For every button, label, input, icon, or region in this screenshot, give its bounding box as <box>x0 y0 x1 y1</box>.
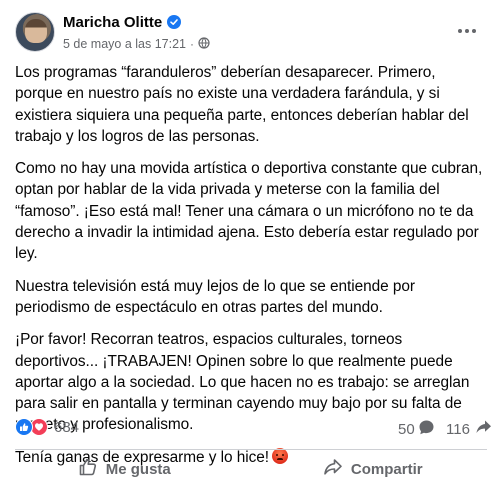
post-body: Los programas “faranduleros” deberían de… <box>15 62 487 479</box>
share-icon <box>323 457 343 481</box>
comment-icon <box>418 419 435 440</box>
author-row: Maricha Olitte <box>63 12 182 32</box>
thumbs-up-icon <box>78 457 98 481</box>
verified-badge-icon <box>167 15 182 29</box>
reactions-count: 684 <box>54 418 80 436</box>
like-button[interactable]: Me gusta <box>0 452 249 486</box>
author-name[interactable]: Maricha Olitte <box>63 14 162 31</box>
share-arrow-icon <box>475 419 492 439</box>
comments-count: 50 <box>398 421 415 438</box>
post-stats: 684 50 116 <box>15 418 491 440</box>
like-button-label: Me gusta <box>105 460 171 478</box>
post-paragraph: Nuestra televisión está muy lejos de lo … <box>15 277 416 316</box>
more-options-icon[interactable] <box>454 18 480 44</box>
post-meta: 5 de mayo a las 17:21 · <box>63 36 210 52</box>
meta-separator: · <box>190 37 194 51</box>
post-paragraph: Como no hay una movida artística o depor… <box>15 160 483 263</box>
author-avatar[interactable] <box>15 12 55 52</box>
share-button-label: Compartir <box>350 460 423 478</box>
share-button[interactable]: Compartir <box>249 452 497 486</box>
shares-count: 116 <box>446 420 470 438</box>
globe-icon <box>198 36 210 52</box>
actions-divider <box>15 449 487 450</box>
post-paragraph: Los programas “faranduleros” deberían de… <box>15 64 469 145</box>
like-reaction-icon <box>15 418 33 436</box>
shares-count-link[interactable]: 116 <box>446 419 492 439</box>
post-actions: Me gusta Compartir <box>0 452 497 486</box>
post-header: Maricha Olitte 5 de mayo a las 17:21 · <box>0 0 497 66</box>
comments-count-link[interactable]: 50 <box>398 419 435 440</box>
post-timestamp[interactable]: 5 de mayo a las 17:21 <box>63 37 186 51</box>
reactions-summary[interactable]: 684 <box>15 418 79 436</box>
